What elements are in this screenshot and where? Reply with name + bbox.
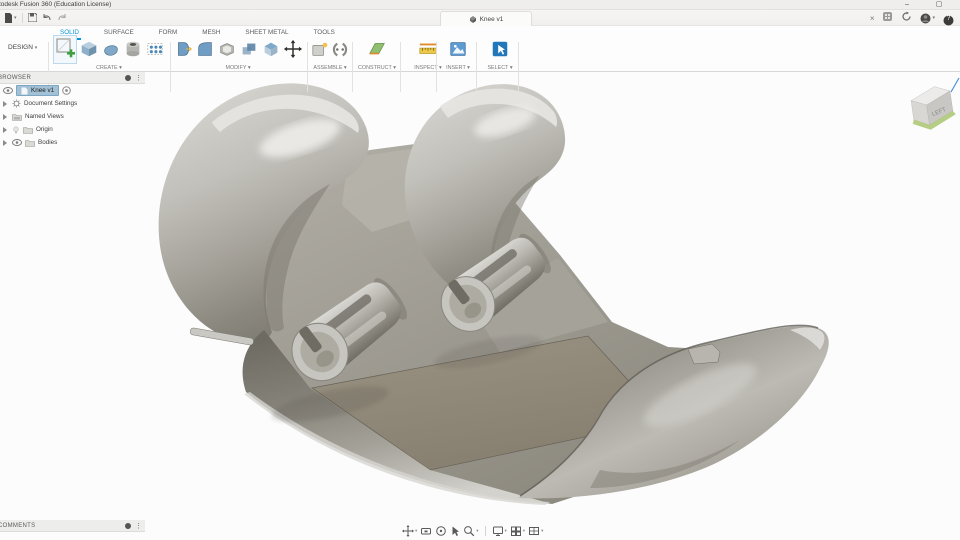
box-icon[interactable] — [79, 39, 99, 64]
shell-icon[interactable] — [217, 39, 237, 64]
browser-item-bodies[interactable]: Bodies — [0, 136, 145, 149]
workspace-switcher[interactable]: DESIGN ▾ — [8, 44, 37, 51]
new-component-icon[interactable] — [311, 41, 329, 64]
fit-icon[interactable] — [420, 525, 432, 537]
help-icon[interactable]: ? — [943, 13, 954, 24]
move-icon[interactable] — [283, 39, 303, 64]
press-pull-icon[interactable] — [173, 39, 193, 64]
browser-panel-header[interactable]: BROWSER ⋮ — [0, 72, 145, 84]
browser-title: BROWSER — [0, 75, 125, 81]
extensions-icon[interactable] — [882, 9, 893, 27]
joint-icon[interactable] — [331, 41, 349, 64]
pan-icon[interactable]: ▾ — [402, 525, 417, 537]
select-dropdown[interactable]: SELECT ▾ — [480, 65, 520, 71]
orbit-icon[interactable] — [435, 525, 447, 537]
root-document-chip[interactable]: Knee v1 — [16, 85, 59, 96]
measure-icon[interactable] — [418, 39, 438, 64]
design-document-icon — [469, 15, 477, 23]
group-assemble: ASSEMBLE ▾ — [309, 40, 351, 71]
browser-menu-icon[interactable]: ⋮ — [135, 74, 142, 82]
component-icon — [21, 87, 28, 95]
browser-item-named-views[interactable]: Named Views — [0, 110, 145, 123]
group-modify: MODIFY ▾ — [172, 40, 304, 71]
visibility-eye-icon[interactable] — [12, 139, 22, 146]
application-bar: ▾ Knee v1 × — [0, 10, 960, 26]
expand-arrow-icon[interactable] — [3, 140, 7, 146]
origin-folder-icon — [23, 126, 33, 134]
comments-title: COMMENTS — [0, 523, 125, 529]
bodies-folder-icon — [25, 139, 35, 147]
document-tab-label: Knee v1 — [480, 16, 504, 23]
activate-component-radio[interactable] — [62, 86, 71, 95]
create-dropdown[interactable]: CREATE ▾ — [50, 65, 168, 71]
group-create: CREATE ▾ — [50, 40, 168, 71]
modify-dropdown[interactable]: MODIFY ▾ — [172, 65, 304, 71]
fusion360-window: LEFT Autodesk Fusion 360 (Education Lice… — [0, 0, 960, 540]
named-views-folder-icon — [12, 113, 22, 121]
save-icon[interactable] — [28, 9, 37, 27]
navigation-bar: ▾ ▾ ▾ ▾ ▾ — [402, 524, 543, 538]
minimize-button[interactable]: – — [898, 0, 916, 9]
expand-arrow-icon[interactable] — [3, 114, 7, 120]
fillet-icon[interactable] — [195, 39, 215, 64]
title-bar: Autodesk Fusion 360 (Education License) … — [0, 0, 960, 10]
navbar-separator — [485, 526, 486, 536]
create-sketch-icon[interactable] — [53, 35, 77, 64]
select-window-icon[interactable] — [490, 39, 510, 64]
offset-face-icon[interactable] — [261, 39, 281, 64]
form-icon[interactable] — [101, 39, 121, 64]
pattern-icon[interactable] — [145, 39, 165, 64]
group-construct: CONSTRUCT ▾ — [356, 40, 398, 71]
browser-options-icon[interactable] — [125, 75, 131, 81]
group-insert: INSERT ▾ — [438, 40, 478, 71]
viewports-icon[interactable]: ▾ — [528, 525, 543, 537]
zoom-icon[interactable]: ▾ — [463, 525, 478, 537]
expand-arrow-icon[interactable] — [3, 127, 7, 133]
view-cube[interactable]: LEFT — [903, 74, 960, 138]
browser-item-document-settings[interactable]: Document Settings — [0, 97, 145, 110]
group-select: SELECT ▾ — [480, 40, 520, 71]
document-tab[interactable]: Knee v1 — [440, 11, 532, 26]
expand-arrow-icon[interactable] — [3, 101, 7, 107]
comments-panel-header[interactable]: COMMENTS ⋮ — [0, 520, 145, 532]
visibility-bulb-icon[interactable] — [12, 126, 20, 134]
maximize-button[interactable]: ▢ — [930, 0, 948, 9]
grid-snaps-icon[interactable]: ▾ — [510, 525, 525, 537]
browser-item-origin[interactable]: Origin — [0, 123, 145, 136]
construct-dropdown[interactable]: CONSTRUCT ▾ — [356, 65, 398, 71]
construction-plane-icon[interactable] — [367, 39, 387, 64]
tab-tools[interactable]: TOOLS — [312, 28, 337, 40]
browser-root-row[interactable]: Knee v1 — [0, 84, 145, 97]
redo-icon[interactable] — [57, 9, 67, 27]
job-status-icon[interactable] — [901, 9, 912, 27]
browser-tree: Knee v1 Document Settings Named Views Or… — [0, 84, 145, 149]
gear-icon — [12, 99, 21, 108]
comments-options-icon[interactable] — [125, 523, 131, 529]
viewcube-z-axis — [951, 78, 959, 92]
undo-icon[interactable] — [42, 9, 52, 27]
file-menu-icon[interactable]: ▾ — [4, 13, 17, 23]
insert-dropdown[interactable]: INSERT ▾ — [438, 65, 478, 71]
user-avatar[interactable]: ▾ — [920, 13, 935, 24]
combine-icon[interactable] — [239, 39, 259, 64]
comments-menu-icon[interactable]: ⋮ — [135, 522, 142, 530]
hole-icon[interactable] — [123, 39, 143, 64]
close-tab-icon[interactable]: × — [870, 14, 875, 23]
window-title: Autodesk Fusion 360 (Education License) — [0, 1, 111, 8]
toolbar-ribbon: DESIGN ▾ SOLID SURFACE FORM MESH SHEET M… — [0, 26, 960, 72]
visibility-eye-icon[interactable] — [3, 87, 13, 94]
assemble-dropdown[interactable]: ASSEMBLE ▾ — [309, 65, 351, 71]
insert-image-icon[interactable] — [448, 39, 468, 64]
display-settings-icon[interactable]: ▾ — [492, 525, 507, 537]
look-at-icon[interactable] — [450, 525, 460, 537]
root-document-label: Knee v1 — [31, 87, 54, 94]
account-bar: × ▾ ? — [870, 11, 954, 25]
